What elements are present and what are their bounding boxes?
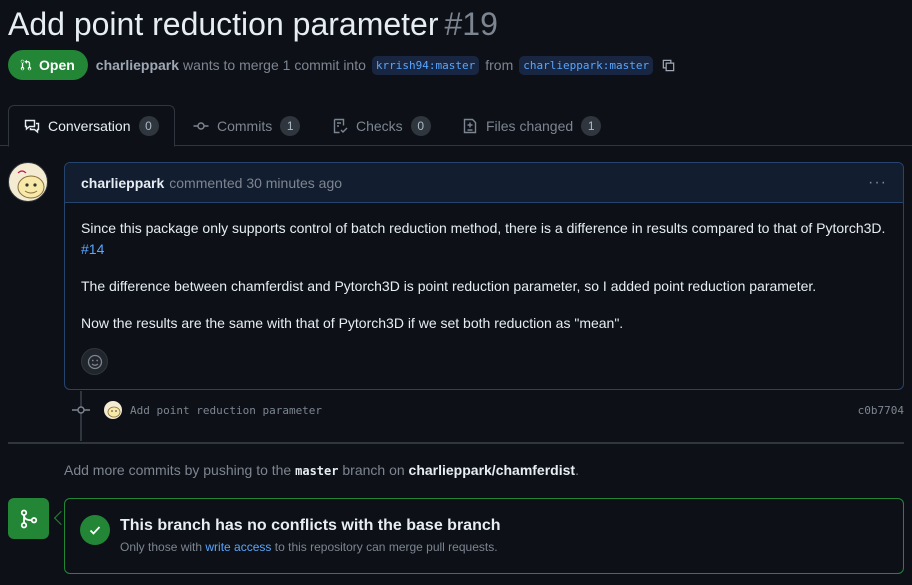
- tab-files-changed[interactable]: Files changed 1: [462, 105, 602, 146]
- hint-branch: master: [295, 464, 339, 478]
- git-commit-icon: [72, 403, 90, 417]
- comment-time[interactable]: 30 minutes ago: [246, 175, 342, 191]
- tab-commits-label: Commits: [217, 117, 273, 134]
- tab-checks[interactable]: Checks 0: [332, 105, 431, 146]
- merge-status-box: This branch has no conflicts with the ba…: [64, 498, 904, 574]
- git-commit-icon: [193, 121, 209, 130]
- commit-sha[interactable]: c0b7704: [858, 404, 904, 417]
- merge-sub-suffix: to this repository can merge pull reques…: [274, 540, 498, 554]
- avatar[interactable]: [8, 162, 48, 202]
- kebab-menu-icon[interactable]: ···: [868, 174, 887, 192]
- timeline-commit: Add point reduction parameter c0b7704: [72, 398, 904, 422]
- commit-author-avatar[interactable]: [104, 401, 122, 419]
- check-circle-icon: [80, 515, 110, 545]
- status-label: Open: [39, 57, 75, 73]
- add-reaction-button[interactable]: [81, 348, 108, 375]
- comment-p1: Since this package only supports control…: [81, 220, 886, 236]
- file-diff-icon: [463, 118, 477, 133]
- issue-link[interactable]: #14: [81, 241, 104, 257]
- hint-repo-link[interactable]: charlieppark/chamferdist: [409, 462, 576, 478]
- tab-files-changed-label: Files changed: [486, 117, 574, 134]
- pr-author-link[interactable]: charlieppark: [96, 57, 179, 73]
- tab-files-changed-count: 1: [581, 115, 602, 136]
- comment-action: commented: [169, 174, 243, 191]
- timeline-divider: [8, 442, 904, 444]
- copy-icon[interactable]: [661, 58, 676, 73]
- comment-body: Since this package only supports control…: [65, 203, 903, 334]
- tab-conversation-label: Conversation: [48, 118, 131, 134]
- push-hint: Add more commits by pushing to the maste…: [64, 462, 579, 478]
- tab-commits[interactable]: Commits 1: [193, 105, 301, 146]
- pr-tabs: Conversation 0 Commits 1 Checks 0 Files …: [0, 105, 912, 147]
- comment-p2: The difference between chamferdist and P…: [81, 278, 817, 294]
- merge-text: wants to merge 1 commit into: [183, 57, 366, 73]
- hint-prefix: Add more commits by pushing to the: [64, 462, 292, 478]
- comment-header: charlieppark commented 30 minutes ago ··…: [65, 163, 903, 203]
- smiley-icon: [87, 354, 102, 369]
- tab-checks-label: Checks: [356, 117, 403, 134]
- tab-commits-count: 1: [280, 115, 301, 136]
- pr-number: #19: [444, 6, 498, 42]
- hint-middle: branch on: [342, 462, 405, 478]
- hint-suffix: .: [575, 462, 579, 478]
- write-access-link[interactable]: write access: [205, 540, 271, 554]
- pr-title-text: Add point reduction parameter: [8, 6, 439, 42]
- head-branch[interactable]: charlieppark:master: [519, 55, 654, 75]
- merge-sub-prefix: Only those with: [120, 540, 203, 554]
- base-branch[interactable]: krrish94:master: [371, 55, 480, 75]
- git-pull-request-icon: [20, 59, 32, 71]
- tab-conversation[interactable]: Conversation 0: [8, 105, 175, 147]
- pr-meta: Open charlieppark wants to merge 1 commi…: [8, 50, 676, 80]
- merge-status-title: This branch has no conflicts with the ba…: [120, 517, 501, 534]
- checklist-icon: [333, 118, 348, 133]
- comment-author[interactable]: charlieppark: [81, 175, 164, 191]
- tab-checks-count: 0: [410, 115, 431, 136]
- pr-title: Add point reduction parameter #19: [8, 2, 498, 46]
- comment-card: charlieppark commented 30 minutes ago ··…: [64, 162, 904, 390]
- status-badge: Open: [8, 50, 88, 80]
- git-merge-icon: [8, 498, 49, 539]
- commit-message[interactable]: Add point reduction parameter: [130, 404, 322, 417]
- comment-p3: Now the results are the same with that o…: [81, 315, 624, 331]
- comment-discussion-icon: [24, 119, 40, 134]
- tab-conversation-count: 0: [138, 116, 159, 136]
- comment-paragraph: Since this package only supports control…: [81, 218, 887, 260]
- merge-status-subtitle: Only those with write access to this rep…: [120, 540, 498, 554]
- from-text: from: [485, 57, 514, 73]
